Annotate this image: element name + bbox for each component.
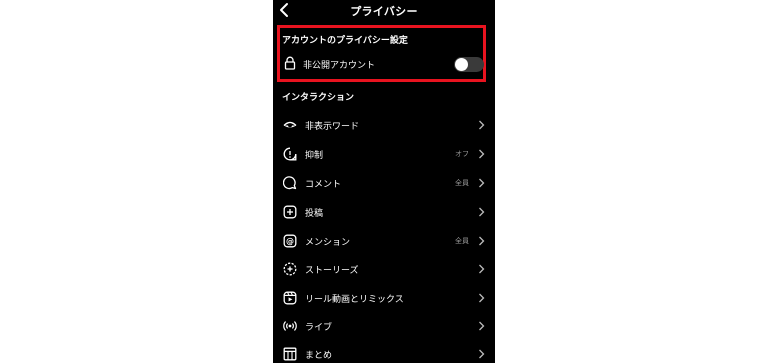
- chevron-right-icon: [479, 178, 485, 188]
- interaction-row-stories[interactable]: ストーリーズ: [273, 257, 495, 281]
- interaction-label: まとめ: [305, 351, 333, 361]
- page-title: プライバシー: [350, 5, 418, 18]
- svg-text:@: @: [286, 237, 294, 246]
- private-account-toggle[interactable]: [454, 57, 484, 72]
- toggle-knob: [455, 58, 468, 71]
- chevron-right-icon: [479, 236, 485, 246]
- interaction-row-comments[interactable]: コメント 全員: [273, 171, 495, 195]
- interaction-value: 全員: [455, 237, 469, 245]
- account-privacy-section-title: アカウントのプライバシー設定: [282, 36, 408, 46]
- chevron-right-icon: [479, 349, 485, 359]
- interaction-row-guides[interactable]: まとめ: [273, 342, 495, 363]
- interaction-label: ストーリーズ: [305, 266, 359, 276]
- interaction-row-reels[interactable]: リール動画とリミックス: [273, 286, 495, 310]
- live-icon: [283, 321, 297, 331]
- plus-square-icon: [283, 205, 297, 219]
- chevron-right-icon: [479, 293, 485, 303]
- chevron-right-icon: [479, 321, 485, 331]
- interaction-label: 抑制: [305, 151, 324, 161]
- phone-screen: プライバシー アカウントのプライバシー設定 非公開アカウント インタラクション …: [273, 0, 495, 363]
- interaction-label: ライブ: [305, 323, 333, 333]
- guides-icon: [283, 347, 297, 361]
- interaction-value: オフ: [455, 150, 469, 158]
- interaction-row-mentions[interactable]: @ メンション 全員: [273, 229, 495, 253]
- interaction-row-posts[interactable]: 投稿: [273, 200, 495, 224]
- interaction-row-live[interactable]: ライブ: [273, 314, 495, 338]
- chevron-right-icon: [479, 264, 485, 274]
- reels-icon: [283, 291, 297, 305]
- chevron-right-icon: [479, 207, 485, 217]
- interaction-label: コメント: [305, 180, 342, 190]
- interaction-label: 非表示ワード: [305, 122, 360, 132]
- lock-icon: [284, 56, 296, 70]
- interaction-label: 投稿: [305, 209, 324, 219]
- interaction-value: 全員: [455, 179, 469, 187]
- story-icon: [283, 262, 297, 276]
- interaction-label: メンション: [305, 238, 351, 248]
- private-account-label: 非公開アカウント: [303, 61, 376, 71]
- restrict-icon: [283, 147, 297, 161]
- interactions-section-title: インタラクション: [282, 93, 355, 103]
- interaction-label: リール動画とリミックス: [305, 295, 404, 305]
- chevron-right-icon: [479, 120, 485, 130]
- comment-icon: [283, 176, 297, 190]
- chevron-right-icon: [479, 149, 485, 159]
- top-bar: プライバシー: [273, 0, 495, 22]
- eye-icon: [283, 121, 297, 128]
- interaction-row-restrict[interactable]: 抑制 オフ: [273, 142, 495, 166]
- private-account-row[interactable]: 非公開アカウント: [278, 55, 484, 73]
- at-icon: @: [283, 234, 297, 248]
- interaction-row-hidden-words[interactable]: 非表示ワード: [273, 113, 495, 137]
